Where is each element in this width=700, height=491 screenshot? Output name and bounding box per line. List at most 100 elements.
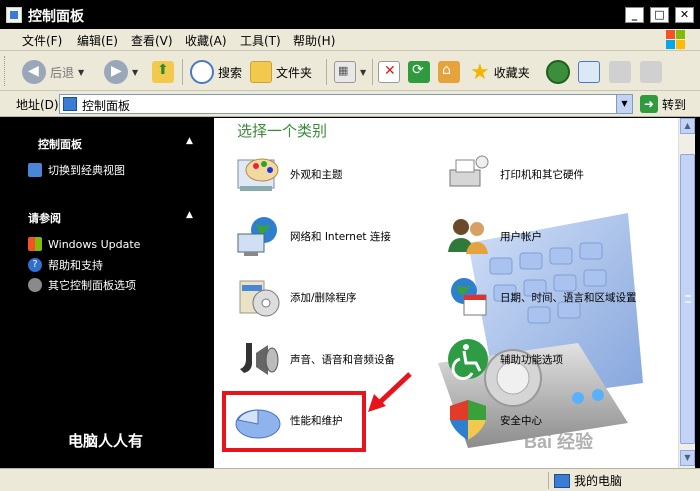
title-bar: 控制面板 _ □ ✕ xyxy=(0,0,700,29)
history-icon xyxy=(546,60,570,84)
printer-icon xyxy=(449,155,489,187)
menu-edit[interactable]: 编辑(E) xyxy=(77,32,118,49)
control-panel-icon xyxy=(63,97,77,111)
menu-bar: 文件(F) 编辑(E) 查看(V) 收藏(A) 工具(T) 帮助(H) xyxy=(0,29,700,51)
home-icon: ⌂ xyxy=(438,61,460,83)
favorites-label: 收藏夹 xyxy=(493,65,530,80)
category-date-time-language[interactable]: 日期、时间、语言和区域设置 xyxy=(444,273,637,321)
speaker-music-icon xyxy=(240,343,279,375)
copy-to-icon xyxy=(640,61,662,83)
collapse-chevron-icon[interactable]: ▲ xyxy=(186,210,193,220)
palette-icon xyxy=(237,158,279,191)
refresh-icon: ⟳ xyxy=(408,61,430,83)
help-support-link[interactable]: ? 帮助和支持 xyxy=(28,257,103,273)
dropdown-arrow-icon[interactable]: ▼ xyxy=(78,68,84,77)
address-input[interactable]: 控制面板 ▼ xyxy=(59,94,633,114)
control-panel-icon xyxy=(6,7,22,23)
favorites-button[interactable]: ★ 收藏夹 xyxy=(470,59,530,85)
switch-classic-view-link[interactable]: 切换到经典视图 xyxy=(28,162,125,178)
sidebar-title-control-panel: 控制面板 xyxy=(38,138,82,151)
link-label: Windows Update xyxy=(48,237,141,251)
scroll-up-icon[interactable]: ▲ xyxy=(680,118,695,134)
status-computer-label: 我的电脑 xyxy=(574,474,623,488)
category-appearance-themes[interactable]: 外观和主题 xyxy=(234,150,343,198)
folders-button[interactable]: 文件夹 xyxy=(250,59,312,85)
delete-button[interactable]: ✕ xyxy=(378,59,400,85)
windows-logo-icon xyxy=(666,30,686,50)
up-folder-button[interactable]: ⬆ xyxy=(152,59,174,85)
menu-file[interactable]: 文件(F) xyxy=(22,32,62,49)
go-arrow-icon: ➜ xyxy=(640,95,658,113)
refresh-button[interactable]: ⟳ xyxy=(408,59,430,85)
history-button[interactable] xyxy=(546,59,570,85)
vertical-scrollbar[interactable]: ▲ ▼ xyxy=(678,118,695,468)
category-network-internet[interactable]: 网络和 Internet 连接 xyxy=(234,212,391,260)
go-button[interactable]: ➜ 转到 xyxy=(640,95,686,113)
link-label: 帮助和支持 xyxy=(48,259,103,272)
star-icon: ★ xyxy=(470,59,490,85)
category-add-remove-programs[interactable]: 添加/删除程序 xyxy=(234,273,357,321)
highlight-box xyxy=(222,391,366,452)
menu-tools[interactable]: 工具(T) xyxy=(240,32,281,49)
watermark-text: 电脑人人有 xyxy=(68,432,144,450)
other-options-link[interactable]: 其它控制面板选项 xyxy=(28,277,136,293)
red-arrow-annotation xyxy=(368,372,412,412)
category-printers-hardware[interactable]: 打印机和其它硬件 xyxy=(444,150,584,198)
sidebar-title-see-also: 请参阅 xyxy=(28,212,61,225)
address-label: 地址(D) xyxy=(16,98,59,112)
dropdown-arrow-icon[interactable]: ▼ xyxy=(132,68,138,77)
link-label: 其它控制面板选项 xyxy=(48,279,136,292)
link-label: 切换到经典视图 xyxy=(48,164,125,177)
search-label: 搜索 xyxy=(218,65,243,80)
move-to-button[interactable] xyxy=(609,59,631,85)
menu-help[interactable]: 帮助(H) xyxy=(293,32,335,49)
back-label: 后退 xyxy=(50,65,75,80)
views-button[interactable]: ▦ ▼ xyxy=(334,59,366,85)
maximize-button[interactable]: □ xyxy=(650,7,669,23)
collapse-chevron-icon[interactable]: ▲ xyxy=(186,136,193,146)
status-bar: 我的电脑 xyxy=(0,468,700,491)
gear-icon xyxy=(28,278,42,292)
minimize-button[interactable]: _ xyxy=(625,7,644,23)
up-folder-icon: ⬆ xyxy=(152,61,174,83)
shield-icon xyxy=(450,400,486,440)
baidu-watermark: Bai 经验 xyxy=(524,432,594,452)
menu-favorites[interactable]: 收藏(A) xyxy=(185,32,227,49)
users-icon xyxy=(448,219,488,254)
menu-view[interactable]: 查看(V) xyxy=(131,32,173,49)
delete-icon: ✕ xyxy=(378,61,400,83)
toolbar-grip xyxy=(4,56,7,86)
help-icon: ? xyxy=(28,258,42,272)
forward-button[interactable]: ▶ ▼ xyxy=(104,59,138,85)
category-accessibility[interactable]: 辅助功能选项 xyxy=(444,335,563,383)
address-value: 控制面板 xyxy=(82,99,131,113)
properties-button[interactable] xyxy=(578,59,600,85)
category-label: 安全中心 xyxy=(500,414,542,427)
category-label: 用户帐户 xyxy=(500,230,542,243)
category-label: 网络和 Internet 连接 xyxy=(290,230,391,243)
address-dropdown-icon[interactable]: ▼ xyxy=(616,95,632,113)
toolbar: ◀ 后退 ▼ ▶ ▼ ⬆ 搜索 文件夹 ▦ ▼ ✕ ⟳ ⌂ ★ 收藏夹 xyxy=(0,51,700,91)
windows-update-link[interactable]: Windows Update xyxy=(28,237,140,251)
close-button[interactable]: ✕ xyxy=(675,7,694,23)
dropdown-arrow-icon[interactable]: ▼ xyxy=(360,68,366,77)
back-button[interactable]: ◀ 后退 ▼ xyxy=(22,59,84,85)
category-label: 打印机和其它硬件 xyxy=(500,168,584,181)
address-bar: 地址(D) 控制面板 ▼ ➜ 转到 xyxy=(0,91,700,117)
window-title: 控制面板 xyxy=(28,9,84,25)
go-label: 转到 xyxy=(662,97,687,112)
scroll-thumb[interactable] xyxy=(680,154,695,444)
copy-to-button[interactable] xyxy=(640,59,662,85)
accessibility-icon xyxy=(448,339,488,381)
search-button[interactable]: 搜索 xyxy=(190,59,242,85)
folders-label: 文件夹 xyxy=(276,65,313,80)
home-button[interactable]: ⌂ xyxy=(438,59,460,85)
cd-box-icon xyxy=(239,280,280,317)
category-label: 日期、时间、语言和区域设置 xyxy=(500,291,637,304)
forward-arrow-icon: ▶ xyxy=(104,60,128,84)
status-my-computer: 我的电脑 xyxy=(554,472,622,489)
classic-view-icon xyxy=(28,163,42,177)
category-user-accounts[interactable]: 用户帐户 xyxy=(444,212,542,260)
views-grid-icon: ▦ xyxy=(334,61,356,83)
scroll-down-icon[interactable]: ▼ xyxy=(680,450,695,466)
